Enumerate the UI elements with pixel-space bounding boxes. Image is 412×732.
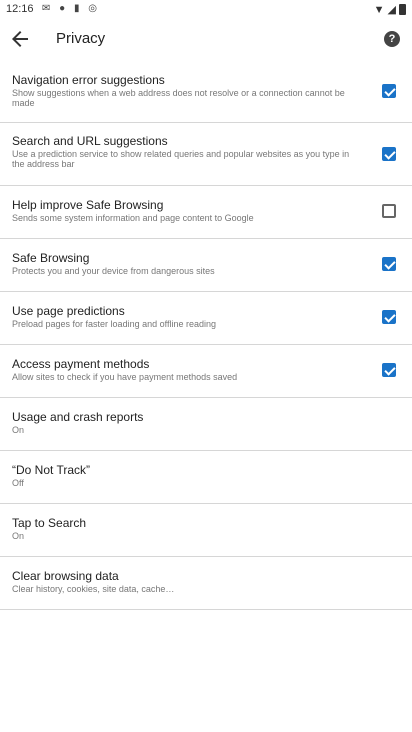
setting-summary: On <box>12 425 25 435</box>
back-button[interactable] <box>8 27 32 51</box>
setting-summary: Protects you and your device from danger… <box>12 266 215 276</box>
setting-summary: Off <box>12 478 24 488</box>
setting-navigation-error-suggestions[interactable]: Navigation error suggestions Show sugges… <box>0 68 412 123</box>
setting-title: Clear browsing data <box>12 569 119 583</box>
setting-summary: Clear history, cookies, site data, cache… <box>12 584 175 594</box>
page-title: Privacy <box>56 30 106 47</box>
setting-title: Help improve Safe Browsing <box>12 198 164 212</box>
checkbox[interactable] <box>382 310 396 324</box>
setting-title: Usage and crash reports <box>12 410 144 424</box>
status-time: 12:16 <box>6 3 34 15</box>
checkbox[interactable] <box>382 257 396 271</box>
setting-title: Use page predictions <box>12 304 125 318</box>
help-button[interactable]: ? <box>384 31 400 47</box>
setting-access-payment-methods[interactable]: Access payment methods Allow sites to ch… <box>0 345 412 398</box>
setting-summary: On <box>12 531 25 541</box>
setting-title: Safe Browsing <box>12 251 90 265</box>
setting-tap-to-search[interactable]: Tap to Search On <box>0 504 412 557</box>
setting-search-url-suggestions[interactable]: Search and URL suggestions Use a predict… <box>0 123 412 186</box>
checkbox[interactable] <box>382 84 396 98</box>
setting-title: Access payment methods <box>12 357 150 371</box>
setting-summary: Use a prediction service to show related… <box>12 149 350 169</box>
help-icon: ? <box>388 33 396 45</box>
status-bar: 12:16 ✉ ● ▮ ◎ ▼ ◢ <box>0 0 412 18</box>
setting-use-page-predictions[interactable]: Use page predictions Preload pages for f… <box>0 292 412 345</box>
setting-title: Navigation error suggestions <box>12 73 165 87</box>
setting-safe-browsing[interactable]: Safe Browsing Protects you and your devi… <box>0 239 412 292</box>
setting-do-not-track[interactable]: “Do Not Track” Off <box>0 451 412 504</box>
setting-help-improve-safe-browsing[interactable]: Help improve Safe Browsing Sends some sy… <box>0 186 412 239</box>
wifi-icon: ▼ <box>373 3 385 16</box>
checkbox[interactable] <box>382 363 396 377</box>
setting-summary: Allow sites to check if you have payment… <box>12 372 238 382</box>
checkbox[interactable] <box>382 147 396 161</box>
setting-title: Tap to Search <box>12 516 87 530</box>
setting-usage-crash-reports[interactable]: Usage and crash reports On <box>0 398 412 451</box>
app-bar: Privacy ? <box>0 18 412 60</box>
setting-clear-browsing-data[interactable]: Clear browsing data Clear history, cooki… <box>0 557 412 610</box>
system-icons: ▼ ◢ <box>374 3 406 16</box>
settings-list: Navigation error suggestions Show sugges… <box>0 68 412 610</box>
signal-icon: ◢ <box>387 4 396 16</box>
setting-summary: Sends some system information and page c… <box>12 213 254 223</box>
checkbox[interactable] <box>382 204 396 218</box>
setting-title: “Do Not Track” <box>12 463 91 477</box>
battery-icon <box>399 4 406 15</box>
setting-title: Search and URL suggestions <box>12 134 168 148</box>
setting-summary: Show suggestions when a web address does… <box>12 88 345 108</box>
notification-icons: ✉ ● ▮ ◎ <box>42 3 100 14</box>
setting-summary: Preload pages for faster loading and off… <box>12 319 216 329</box>
arrow-back-icon <box>12 31 28 47</box>
